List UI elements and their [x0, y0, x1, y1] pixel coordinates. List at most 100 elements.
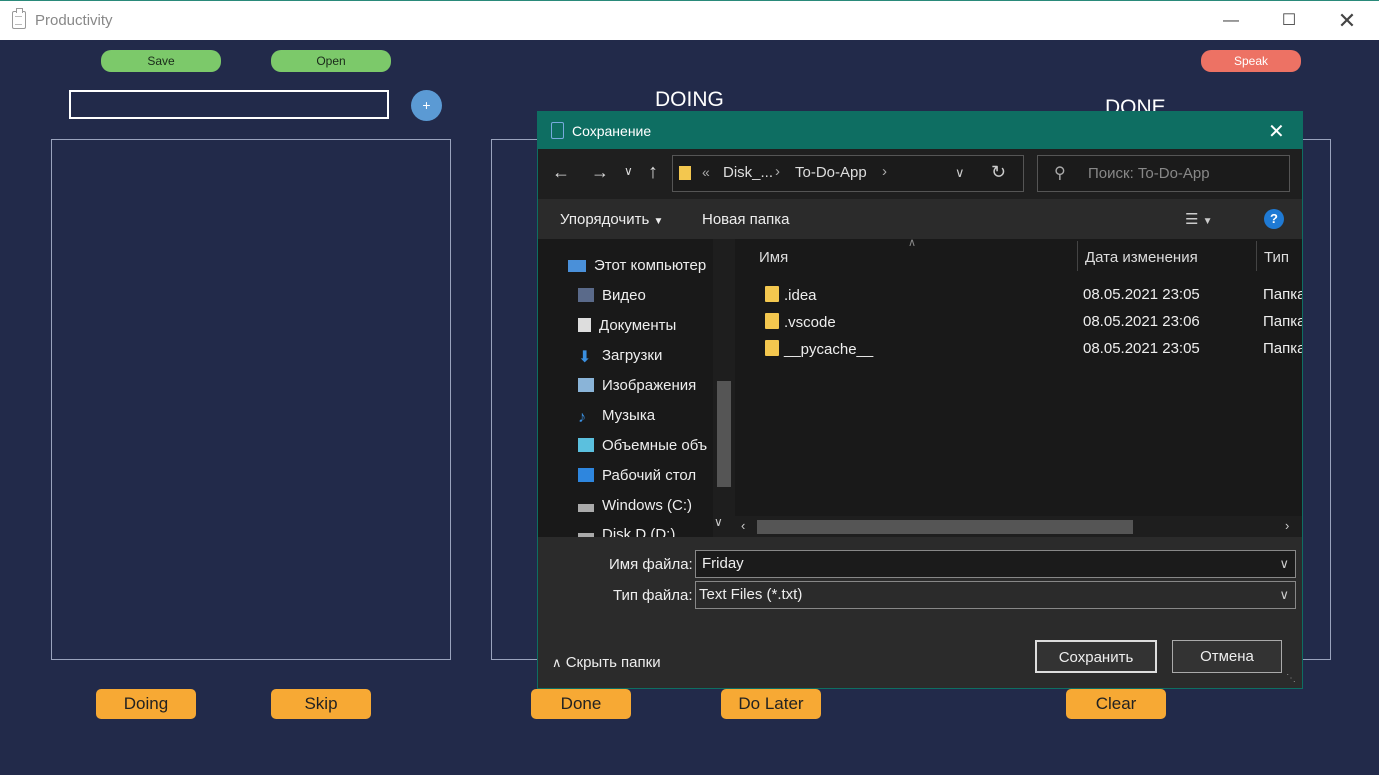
horizontal-scrollbar[interactable]: ‹ ›: [735, 516, 1302, 537]
view-options-icon[interactable]: ☰ ▼: [1185, 210, 1213, 228]
task-input[interactable]: [69, 90, 389, 119]
organize-menu[interactable]: Упорядочить ▼: [560, 211, 663, 228]
scroll-down-icon[interactable]: ∨: [714, 515, 723, 529]
hide-folders-label: Скрыть папки: [565, 654, 661, 671]
dialog-footer: Имя файла: Friday ∨ Тип файла: Text File…: [538, 537, 1302, 688]
help-icon[interactable]: ?: [1264, 209, 1284, 229]
dialog-title: Сохранение: [572, 123, 652, 139]
documents-icon: [578, 318, 591, 332]
speak-button[interactable]: Speak: [1201, 50, 1301, 72]
column-header-type[interactable]: Тип: [1264, 249, 1289, 266]
nav-item-this-pc[interactable]: Этот компьютер: [568, 257, 706, 274]
folder-icon: [765, 286, 779, 302]
doing-button[interactable]: Doing: [96, 689, 196, 719]
do-later-button[interactable]: Do Later: [721, 689, 821, 719]
search-icon: ⚲: [1054, 165, 1066, 182]
filename-label: Имя файла:: [609, 556, 693, 573]
computer-icon: [568, 260, 586, 272]
filename-value: Friday: [702, 555, 744, 572]
filename-input[interactable]: Friday ∨: [695, 550, 1296, 578]
close-icon[interactable]: ✕: [1335, 9, 1359, 33]
file-name: .vscode: [784, 314, 836, 331]
filetype-select[interactable]: Text Files (*.txt) ∨: [695, 581, 1296, 609]
window-title: Productivity: [35, 12, 113, 29]
save-button[interactable]: Save: [101, 50, 221, 72]
dialog-toolbar: Упорядочить ▼ Новая папка ☰ ▼ ?: [538, 199, 1302, 239]
navigation-bar: ← → ∨ ↑ « Disk_... › To-Do-App › ∨ ↻ ⚲ П…: [538, 149, 1302, 199]
filetype-value: Text Files (*.txt): [699, 586, 803, 603]
scroll-right-icon[interactable]: ›: [1285, 518, 1289, 533]
folder-icon: [679, 166, 691, 180]
dialog-close-icon[interactable]: ✕: [1268, 119, 1285, 144]
file-modified: 08.05.2021 23:06: [1083, 313, 1200, 330]
refresh-icon[interactable]: ↻: [991, 162, 1006, 183]
chevron-down-icon[interactable]: ∨: [1279, 582, 1289, 608]
dialog-save-button[interactable]: Сохранить: [1035, 640, 1157, 673]
column-divider[interactable]: [1077, 241, 1078, 271]
3d-objects-icon: [578, 438, 594, 452]
dialog-cancel-button[interactable]: Отмена: [1172, 640, 1282, 673]
nav-label: Рабочий стол: [602, 467, 697, 484]
dropdown-arrow-icon: ▼: [653, 216, 664, 227]
clear-button[interactable]: Clear: [1066, 689, 1166, 719]
nav-label: Музыка: [602, 407, 656, 424]
path-prefix: «: [702, 164, 710, 180]
nav-item-disk-d[interactable]: Disk D (D:): [578, 526, 675, 537]
nav-label: Этот компьютер: [594, 257, 707, 274]
hide-folders-toggle[interactable]: ∧ Скрыть папки: [552, 654, 661, 671]
skip-button[interactable]: Skip: [271, 689, 371, 719]
nav-scrollbar-thumb[interactable]: [717, 381, 731, 487]
add-task-button[interactable]: +: [411, 90, 442, 121]
file-modified: 08.05.2021 23:05: [1083, 340, 1200, 357]
file-list-pane: ∧ Имя Дата изменения Тип .idea 08.05.202…: [735, 239, 1302, 537]
desktop-icon: [578, 468, 594, 482]
address-dropdown-icon[interactable]: ∨: [955, 165, 965, 181]
minimize-icon[interactable]: —: [1219, 9, 1243, 33]
downloads-icon: ⬇: [578, 349, 592, 366]
scroll-left-icon[interactable]: ‹: [741, 518, 745, 533]
pictures-icon: [578, 378, 594, 392]
nav-label: Документы: [599, 317, 677, 334]
dialog-titlebar: Сохранение ✕: [538, 112, 1302, 149]
column-header-name[interactable]: Имя: [759, 249, 788, 266]
nav-item-3d-objects[interactable]: Объемные объ: [578, 437, 707, 454]
forward-arrow-icon[interactable]: →: [591, 162, 609, 183]
chevron-down-icon[interactable]: ∨: [1279, 551, 1289, 577]
drive-icon: [578, 504, 594, 512]
column-divider[interactable]: [1256, 241, 1257, 271]
horizontal-scrollbar-thumb[interactable]: [757, 520, 1133, 534]
todo-list-panel[interactable]: [51, 139, 451, 660]
maximize-icon[interactable]: ☐: [1277, 9, 1301, 33]
address-bar[interactable]: « Disk_... › To-Do-App › ∨ ↻: [672, 155, 1024, 192]
open-button[interactable]: Open: [271, 50, 391, 72]
done-button[interactable]: Done: [531, 689, 631, 719]
save-dialog: Сохранение ✕ ← → ∨ ↑ « Disk_... › To-Do-…: [537, 111, 1303, 689]
nav-label: Disk D (D:): [602, 526, 676, 537]
breadcrumb-separator-icon: ›: [775, 163, 780, 180]
nav-item-pictures[interactable]: Изображения: [578, 377, 696, 394]
nav-item-windows-c[interactable]: Windows (C:): [578, 497, 692, 514]
column-header-modified[interactable]: Дата изменения: [1085, 249, 1198, 266]
search-box[interactable]: ⚲ Поиск: To-Do-App: [1037, 155, 1290, 192]
filetype-label: Тип файла:: [613, 587, 693, 604]
file-modified: 08.05.2021 23:05: [1083, 286, 1200, 303]
back-arrow-icon[interactable]: ←: [552, 162, 570, 183]
nav-label: Изображения: [602, 377, 697, 394]
nav-item-documents[interactable]: Документы: [578, 317, 676, 334]
breadcrumb-to-do-app[interactable]: To-Do-App: [795, 164, 867, 181]
nav-item-downloads[interactable]: ⬇ Загрузки: [578, 347, 663, 366]
nav-label: Объемные объ: [602, 437, 708, 454]
resize-grip-icon[interactable]: ⋱: [1286, 673, 1296, 684]
nav-item-desktop[interactable]: Рабочий стол: [578, 467, 696, 484]
nav-label: Windows (C:): [602, 497, 693, 514]
nav-item-music[interactable]: ♪ Музыка: [578, 407, 656, 426]
nav-label: Загрузки: [602, 347, 663, 364]
file-type: Папка: [1263, 286, 1302, 303]
new-folder-button[interactable]: Новая папка: [702, 211, 789, 228]
file-type: Папка: [1263, 340, 1302, 357]
breadcrumb-disk[interactable]: Disk_...: [723, 164, 773, 181]
nav-item-video[interactable]: Видео: [578, 287, 646, 304]
nav-label: Видео: [602, 287, 646, 304]
chevron-down-icon[interactable]: ∨: [624, 164, 633, 178]
up-arrow-icon[interactable]: ↑: [648, 161, 658, 184]
